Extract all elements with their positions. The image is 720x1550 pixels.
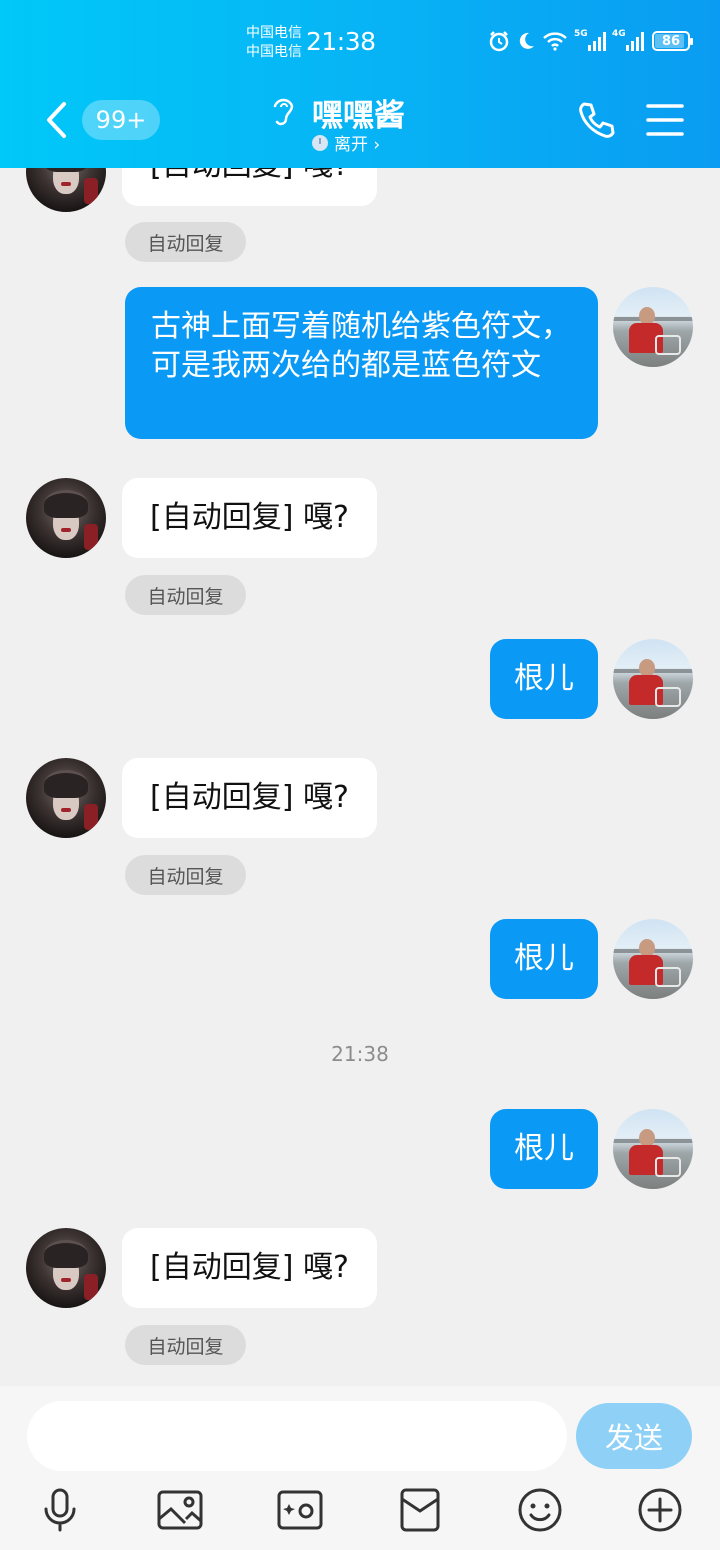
my-avatar[interactable]	[613, 287, 693, 367]
microphone-icon	[44, 1488, 76, 1532]
message-bubble-incoming[interactable]: [自动回复] 嘎?	[122, 478, 377, 558]
status-icons: 5G 4G 86	[488, 29, 693, 52]
emoji-icon	[518, 1488, 562, 1532]
chat-header: 中国电信 中国电信 21:38 5G 4G 86 99+ 嘿嘿酱 离开 ›	[0, 0, 720, 168]
moon-icon	[519, 32, 534, 49]
voice-call-button[interactable]	[576, 100, 616, 140]
composer-bar: 发送	[0, 1386, 720, 1550]
auto-reply-tag: 自动回复	[125, 575, 246, 615]
message-timestamp: 21:38	[331, 1042, 389, 1066]
unread-badge[interactable]: 99+	[82, 100, 160, 140]
battery-icon: 86	[652, 31, 693, 51]
auto-reply-tag: 自动回复	[125, 1325, 246, 1365]
ear-icon	[273, 98, 294, 126]
voice-button[interactable]	[30, 1482, 90, 1538]
message-row: [自动回复] 嘎?	[0, 478, 720, 558]
chat-title: 嘿嘿酱	[312, 98, 405, 134]
chat-title-area[interactable]: 嘿嘿酱 离开 ›	[270, 88, 450, 158]
message-bubble-incoming[interactable]: [自动回复] 嘎?	[122, 758, 377, 838]
send-button[interactable]: 发送	[576, 1403, 692, 1469]
message-row: [自动回复] 嘎?	[0, 758, 720, 838]
contact-avatar[interactable]	[26, 758, 106, 838]
message-row: 根儿	[0, 1109, 720, 1189]
image-icon	[157, 1490, 203, 1530]
message-row: [自动回复] 嘎?	[0, 168, 720, 212]
chevron-left-icon	[47, 102, 66, 138]
back-button[interactable]	[36, 96, 76, 144]
carrier-names: 中国电信 中国电信	[246, 24, 302, 62]
more-menu-button[interactable]	[644, 100, 686, 140]
alarm-icon	[489, 31, 509, 52]
contact-avatar[interactable]	[26, 478, 106, 558]
contact-avatar[interactable]	[26, 1228, 106, 1308]
message-bubble-outgoing[interactable]: 根儿	[490, 919, 598, 999]
message-row: 根儿	[0, 639, 720, 719]
presence-status[interactable]: 离开 ›	[312, 130, 380, 155]
contact-avatar[interactable]	[26, 168, 106, 212]
message-input[interactable]	[27, 1401, 567, 1471]
phone-icon	[579, 102, 615, 138]
menu-icon	[646, 104, 684, 136]
carrier-1: 中国电信	[246, 25, 302, 41]
message-bubble-outgoing[interactable]: 古神上面写着随机给紫色符文，可是我两次给的都是蓝色符文	[125, 287, 598, 439]
battery-level: 86	[661, 33, 681, 49]
more-button[interactable]	[630, 1482, 690, 1538]
wifi-icon	[543, 32, 567, 51]
emoji-button[interactable]	[510, 1482, 570, 1538]
clock-icon	[312, 134, 328, 151]
composer-toolbar	[0, 1482, 720, 1542]
carrier-2: 中国电信	[246, 44, 302, 60]
plus-icon	[638, 1488, 682, 1532]
auto-reply-tag: 自动回复	[125, 855, 246, 895]
camera-icon	[277, 1490, 323, 1530]
message-row: 古神上面写着随机给紫色符文，可是我两次给的都是蓝色符文	[0, 287, 720, 447]
message-bubble-outgoing[interactable]: 根儿	[490, 639, 598, 719]
message-bubble-outgoing[interactable]: 根儿	[490, 1109, 598, 1189]
message-bubble-incoming[interactable]: [自动回复] 嘎?	[122, 168, 377, 206]
message-row: [自动回复] 嘎?	[0, 1228, 720, 1308]
signal-5g-icon: 5G	[574, 29, 606, 51]
message-bubble-incoming[interactable]: [自动回复] 嘎?	[122, 1228, 377, 1308]
presence-label: 离开 ›	[334, 135, 381, 155]
signal-4g-icon: 4G	[612, 29, 644, 51]
my-avatar[interactable]	[613, 639, 693, 719]
auto-reply-tag: 自动回复	[125, 222, 246, 262]
status-clock: 21:38	[306, 27, 376, 56]
message-row: 根儿	[0, 919, 720, 999]
my-avatar[interactable]	[613, 919, 693, 999]
red-packet-icon	[400, 1488, 440, 1532]
red-packet-button[interactable]	[390, 1482, 450, 1538]
image-button[interactable]	[150, 1482, 210, 1538]
my-avatar[interactable]	[613, 1109, 693, 1189]
message-list[interactable]: [自动回复] 嘎? 自动回复 古神上面写着随机给紫色符文，可是我两次给的都是蓝色…	[0, 168, 720, 1386]
camera-button[interactable]	[270, 1482, 330, 1538]
status-bar: 中国电信 中国电信 21:38 5G 4G 86	[0, 0, 720, 90]
